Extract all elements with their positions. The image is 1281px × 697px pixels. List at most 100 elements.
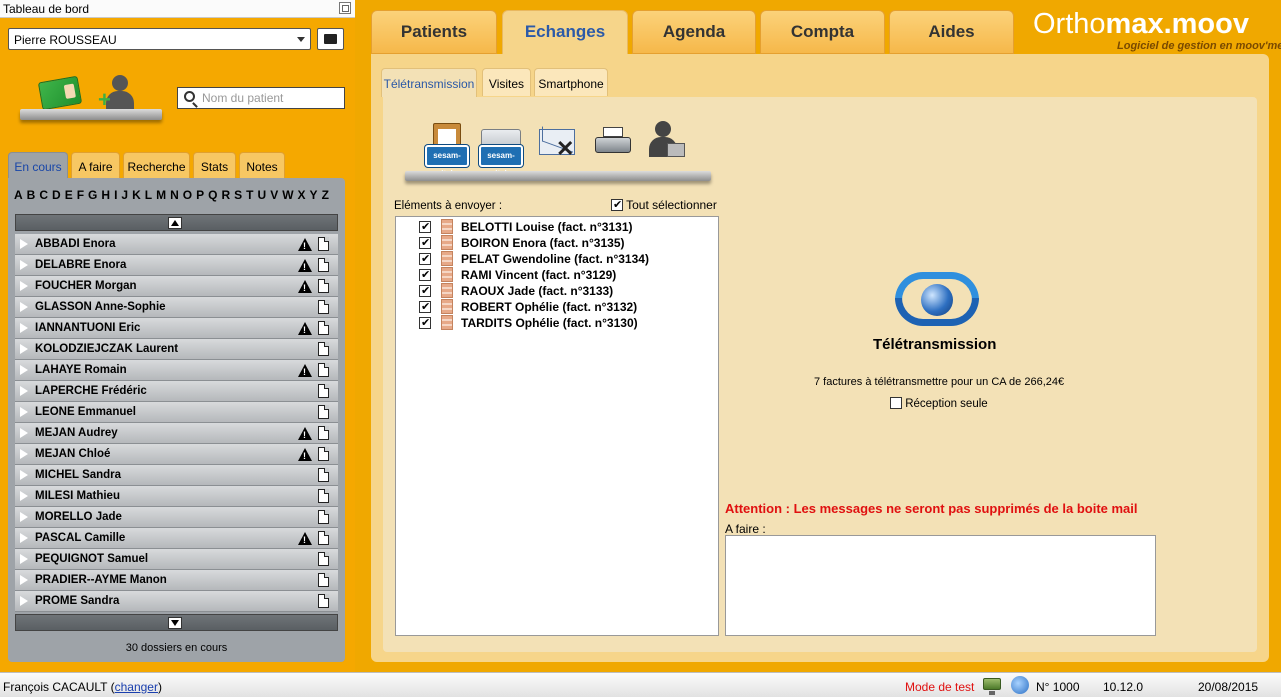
patient-row[interactable]: MEJAN Chloé [15,444,338,465]
letter-filter-x[interactable]: X [298,188,306,202]
network-monitor-icon[interactable] [983,678,1001,695]
printer-icon[interactable] [589,119,637,169]
invoice-row[interactable]: BELOTTI Louise (fact. n°3131) [396,219,716,235]
document-icon[interactable] [318,447,329,461]
clipboard-sesam-icon[interactable]: sesam-vitale [423,119,471,178]
patient-row[interactable]: PROME Sandra [15,591,338,612]
add-patient-icon[interactable]: + [98,75,138,111]
document-icon[interactable] [318,384,329,398]
tab-teletransmission[interactable]: Télétransmission [381,68,477,97]
tab-agenda[interactable]: Agenda [632,10,756,54]
letter-filter-f[interactable]: F [77,188,84,202]
restore-window-icon[interactable] [339,2,351,14]
invoice-row[interactable]: BOIRON Enora (fact. n°3135) [396,235,716,251]
letter-filter-q[interactable]: Q [208,188,217,202]
patient-row[interactable]: IANNANTUONI Eric [15,318,338,339]
tab-stats[interactable]: Stats [193,152,236,178]
tab-smartphone[interactable]: Smartphone [534,68,608,96]
invoice-row[interactable]: PELAT Gwendoline (fact. n°3134) [396,251,716,267]
expand-arrow-icon[interactable] [20,239,28,249]
letter-filter-n[interactable]: N [170,188,179,202]
expand-arrow-icon[interactable] [20,365,28,375]
todo-textarea[interactable] [725,535,1156,636]
patient-row[interactable]: DELABRE Enora [15,255,338,276]
card-reader-sesam-icon[interactable]: sesam-vitale [477,119,525,178]
letter-filter-k[interactable]: K [132,188,141,202]
letter-filter-r[interactable]: R [221,188,230,202]
patient-search[interactable] [177,87,345,109]
letter-filter-g[interactable]: G [88,188,97,202]
document-icon[interactable] [318,321,329,335]
patient-row[interactable]: KOLODZIEJCZAK Laurent [15,339,338,360]
letter-filter-i[interactable]: I [114,188,117,202]
patient-row[interactable]: PRADIER--AYME Manon [15,570,338,591]
patient-row[interactable]: LEONE Emmanuel [15,402,338,423]
letter-filter-y[interactable]: Y [310,188,318,202]
tab-notes[interactable]: Notes [239,152,285,178]
patient-row[interactable]: FOUCHER Morgan [15,276,338,297]
document-icon[interactable] [318,573,329,587]
document-icon[interactable] [318,426,329,440]
tab-en-cours[interactable]: En cours [8,152,68,179]
invoice-checkbox[interactable] [419,220,431,233]
letter-filter-a[interactable]: A [14,188,23,202]
letter-filter-b[interactable]: B [27,188,36,202]
patient-row[interactable]: PASCAL Camille [15,528,338,549]
letter-filter-s[interactable]: S [234,188,242,202]
document-icon[interactable] [318,279,329,293]
invoice-row[interactable]: RAOUX Jade (fact. n°3133) [396,283,716,299]
expand-arrow-icon[interactable] [20,281,28,291]
tab-visites[interactable]: Visites [482,68,531,96]
tab-recherche[interactable]: Recherche [123,152,190,178]
patient-folder-icon[interactable] [641,119,689,169]
letter-filter-c[interactable]: C [39,188,48,202]
expand-arrow-icon[interactable] [20,596,28,606]
letter-filter-o[interactable]: O [183,188,192,202]
user-card-button[interactable] [317,28,344,50]
letter-filter-e[interactable]: E [65,188,73,202]
patient-search-input[interactable] [202,90,342,106]
invoice-checkbox[interactable] [419,284,431,297]
tab-compta[interactable]: Compta [760,10,885,54]
document-icon[interactable] [318,405,329,419]
document-icon[interactable] [318,363,329,377]
expand-arrow-icon[interactable] [20,533,28,543]
patient-row[interactable]: MICHEL Sandra [15,465,338,486]
expand-arrow-icon[interactable] [20,449,28,459]
tab-a-faire[interactable]: A faire [71,152,120,178]
expand-arrow-icon[interactable] [20,344,28,354]
expand-arrow-icon[interactable] [20,260,28,270]
expand-arrow-icon[interactable] [20,554,28,564]
document-icon[interactable] [318,594,329,608]
patient-row[interactable]: GLASSON Anne-Sophie [15,297,338,318]
letter-filter-t[interactable]: T [246,188,253,202]
tab-aides[interactable]: Aides [889,10,1014,54]
patient-row[interactable]: MILESI Mathieu [15,486,338,507]
select-all[interactable]: Tout sélectionner [611,198,717,212]
letter-filter-v[interactable]: V [270,188,278,202]
connection-icon[interactable] [1011,676,1029,694]
letter-filter-u[interactable]: U [258,188,267,202]
patient-row[interactable]: LAHAYE Romain [15,360,338,381]
patient-row[interactable]: PEQUIGNOT Samuel [15,549,338,570]
mail-settings-icon[interactable] [533,119,581,169]
letter-filter-m[interactable]: M [156,188,166,202]
expand-arrow-icon[interactable] [20,470,28,480]
document-icon[interactable] [318,258,329,272]
tab-patients[interactable]: Patients [371,10,497,54]
scroll-up-button[interactable] [15,214,338,231]
document-icon[interactable] [318,468,329,482]
expand-arrow-icon[interactable] [20,575,28,585]
document-icon[interactable] [318,342,329,356]
document-icon[interactable] [318,237,329,251]
reception-only-checkbox[interactable] [890,397,902,409]
letter-filter-h[interactable]: H [101,188,110,202]
document-icon[interactable] [318,552,329,566]
document-icon[interactable] [318,531,329,545]
expand-arrow-icon[interactable] [20,386,28,396]
letter-filter-j[interactable]: J [121,188,128,202]
invoice-checkbox[interactable] [419,300,431,313]
patient-row[interactable]: LAPERCHE Frédéric [15,381,338,402]
scroll-down-button[interactable] [15,614,338,631]
reception-only[interactable]: Réception seule [890,397,988,410]
